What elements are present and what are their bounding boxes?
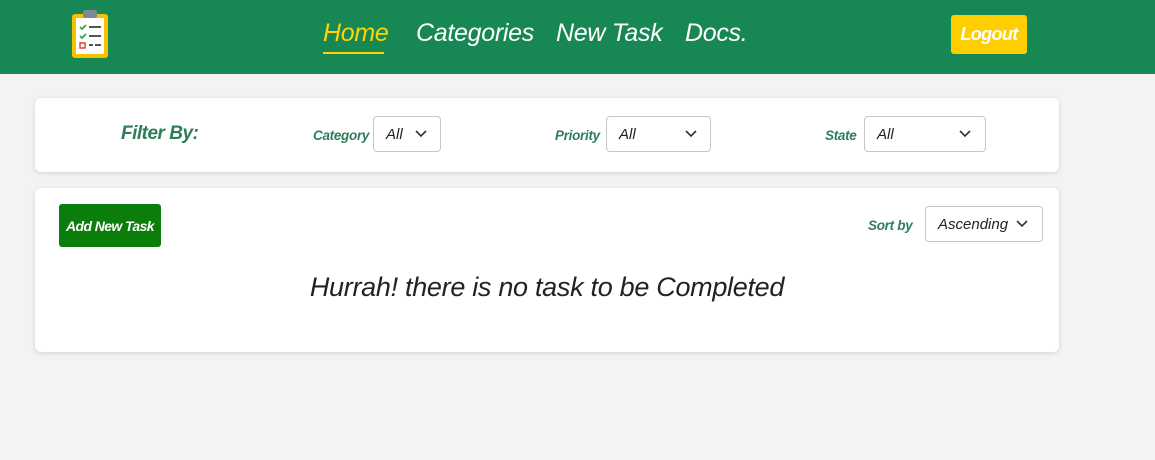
task-card: Add New Task Sort by Ascending Hurrah! t… — [35, 188, 1059, 352]
category-filter-label: Category — [313, 128, 370, 143]
nav-link-new-task[interactable]: New Task — [556, 19, 663, 48]
filter-card: Filter By: Category All Priority All Sta… — [35, 98, 1059, 172]
priority-select-value: All — [619, 126, 636, 143]
clipboard-checklist-icon[interactable] — [70, 8, 110, 60]
category-select-value: All — [386, 126, 403, 143]
category-select[interactable]: All — [373, 116, 441, 152]
state-select-value: All — [877, 126, 894, 143]
priority-filter-label: Priority — [555, 128, 600, 143]
chevron-down-icon — [415, 130, 427, 138]
sort-label: Sort by — [868, 218, 913, 233]
filter-title: Filter By: — [121, 123, 199, 144]
navbar: Home Categories New Task Docs. Logout — [0, 0, 1155, 74]
state-select[interactable]: All — [864, 116, 986, 152]
nav-link-docs[interactable]: Docs. — [685, 19, 748, 48]
chevron-down-icon — [1016, 220, 1028, 228]
sort-select-value: Ascending — [938, 216, 1009, 233]
sort-select[interactable]: Ascending — [925, 206, 1043, 242]
logout-button[interactable]: Logout — [951, 15, 1027, 54]
chevron-down-icon — [959, 130, 971, 138]
chevron-down-icon — [685, 130, 697, 138]
add-new-task-button[interactable]: Add New Task — [59, 204, 161, 247]
nav-link-home[interactable]: Home — [323, 19, 389, 48]
nav-active-underline — [323, 52, 384, 54]
state-filter-label: State — [825, 128, 857, 143]
nav-link-categories[interactable]: Categories — [416, 19, 534, 48]
empty-task-message: Hurrah! there is no task to be Completed — [309, 272, 785, 302]
priority-select[interactable]: All — [606, 116, 711, 152]
